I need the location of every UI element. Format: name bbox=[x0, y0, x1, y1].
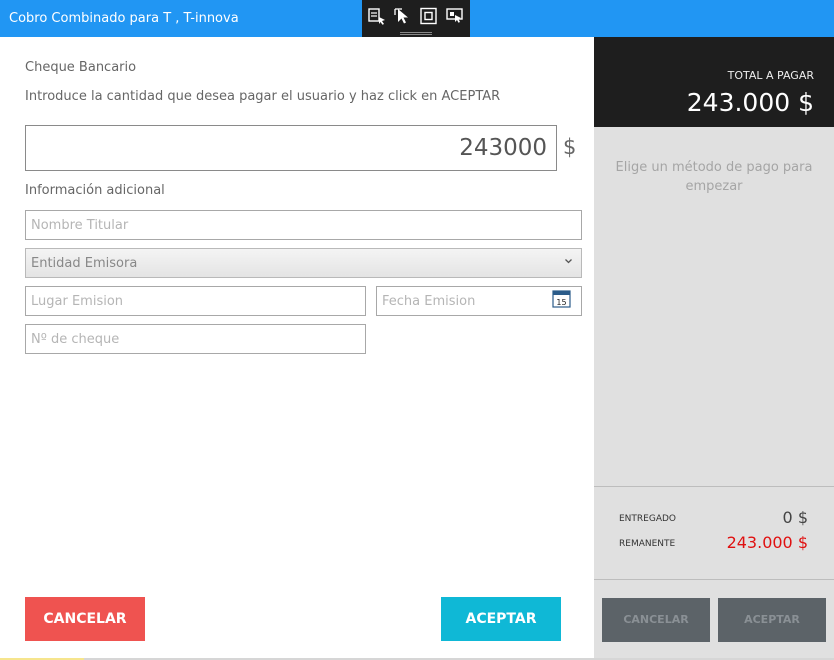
summary-divider bbox=[594, 486, 834, 487]
window-title: Cobro Combinado para T , T-innova bbox=[9, 11, 239, 26]
entidad-emisora-select[interactable]: Entidad Emisora bbox=[25, 248, 582, 278]
remanente-value: 243.000 $ bbox=[726, 533, 808, 552]
fecha-emision-placeholder: Fecha Emision bbox=[382, 294, 476, 309]
entregado-value: 0 $ bbox=[782, 508, 808, 527]
debug-toolbar bbox=[362, 0, 470, 37]
track-focus-icon[interactable] bbox=[445, 7, 465, 25]
payment-summary-panel: TOTAL A PAGAR 243.000 $ Elige un método … bbox=[594, 37, 834, 658]
entregado-label: ENTREGADO bbox=[619, 514, 677, 524]
instructions-text: Introduce la cantidad que desea pagar el… bbox=[25, 89, 501, 104]
nombre-titular-placeholder: Nombre Titular bbox=[31, 218, 129, 233]
accept-button[interactable]: ACEPTAR bbox=[441, 597, 561, 641]
buttons-divider bbox=[594, 579, 834, 580]
amount-value: 243000 bbox=[459, 135, 547, 161]
lugar-emision-placeholder: Lugar Emision bbox=[31, 294, 124, 309]
remanente-label: REMANENTE bbox=[619, 539, 676, 549]
total-label: TOTAL A PAGAR bbox=[727, 69, 814, 82]
calendar-day-label: 15 bbox=[556, 298, 566, 307]
chevron-down-icon bbox=[565, 259, 572, 264]
layout-bounds-icon[interactable] bbox=[419, 7, 439, 25]
cancel-button[interactable]: CANCELAR bbox=[25, 597, 145, 641]
summary-accept-button[interactable]: ACEPTAR bbox=[718, 598, 826, 642]
pointer-icon[interactable] bbox=[393, 7, 413, 25]
fecha-emision-field[interactable]: Fecha Emision 15 bbox=[376, 286, 582, 316]
select-element-icon[interactable] bbox=[367, 7, 387, 25]
total-box: TOTAL A PAGAR 243.000 $ bbox=[594, 37, 834, 127]
payment-method-hint: Elige un método de pago para empezar bbox=[615, 160, 813, 194]
summary-cancel-button[interactable]: CANCELAR bbox=[602, 598, 710, 642]
numero-cheque-field[interactable]: Nº de cheque bbox=[25, 324, 366, 354]
toolbar-drag-handle[interactable] bbox=[400, 32, 432, 35]
nombre-titular-field[interactable]: Nombre Titular bbox=[25, 210, 582, 240]
numero-cheque-placeholder: Nº de cheque bbox=[31, 332, 120, 347]
entidad-emisora-value: Entidad Emisora bbox=[31, 256, 138, 271]
payment-form-panel: Cheque Bancario Introduce la cantidad qu… bbox=[0, 37, 594, 658]
total-value: 243.000 $ bbox=[686, 88, 814, 117]
amount-input[interactable]: 243000 bbox=[25, 125, 557, 171]
currency-symbol: $ bbox=[563, 135, 577, 159]
lugar-emision-field[interactable]: Lugar Emision bbox=[25, 286, 366, 316]
section-title: Cheque Bancario bbox=[25, 60, 137, 75]
calendar-icon[interactable]: 15 bbox=[552, 289, 571, 309]
additional-info-label: Información adicional bbox=[25, 183, 165, 198]
